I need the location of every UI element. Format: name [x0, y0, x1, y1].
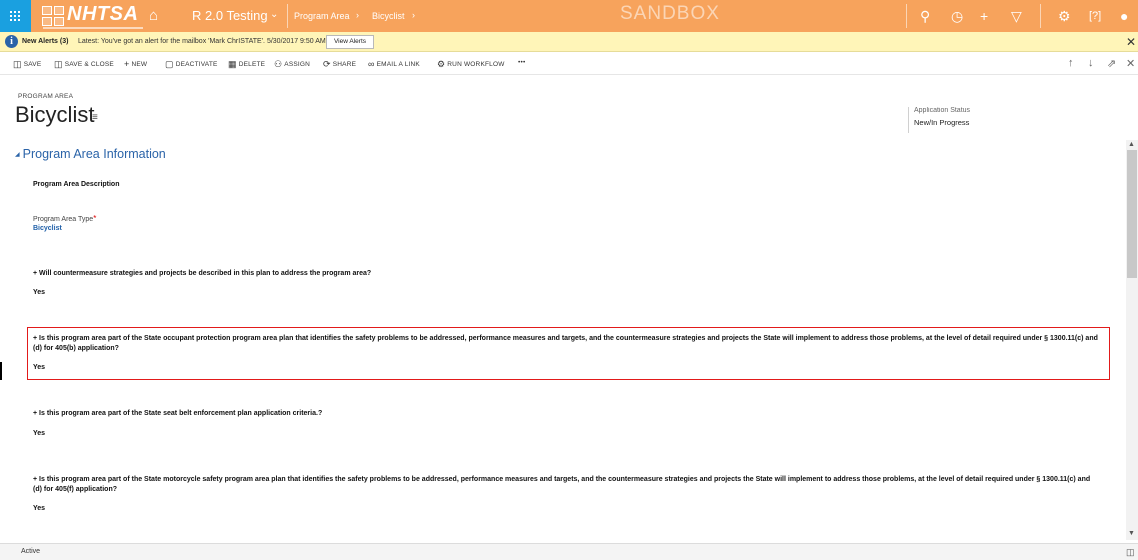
search-icon[interactable]: ⚲ — [920, 8, 930, 25]
alert-message: Latest: You've got an alert for the mail… — [78, 38, 326, 45]
waffle-menu-button[interactable] — [0, 0, 31, 32]
question-occupant-protection: + Is this program area part of the State… — [33, 335, 1098, 352]
add-icon[interactable]: + — [980, 8, 988, 24]
help-icon[interactable]: [?] — [1089, 10, 1101, 22]
required-marker: * — [93, 214, 97, 223]
save-button[interactable]: ◫ SAVE — [13, 59, 41, 70]
save-close-icon: ◫ — [54, 59, 63, 69]
home-icon[interactable]: ⌂ — [149, 7, 158, 24]
app-name[interactable]: R 2.0 Testing — [192, 8, 268, 23]
close-icon[interactable]: ✕ — [1126, 57, 1135, 70]
status-label: Application Status — [914, 107, 970, 114]
workflow-icon: ⚙ — [437, 59, 446, 69]
entity-type-label: PROGRAM AREA — [18, 93, 74, 100]
more-commands-button[interactable]: ••• — [518, 59, 525, 66]
save-icon: ◫ — [13, 59, 22, 69]
save-close-button[interactable]: ◫ SAVE & CLOSE — [54, 59, 114, 70]
scroll-up-icon[interactable]: ▲ — [1128, 141, 1135, 148]
application-status-field: Application Status New/In Progress — [908, 107, 970, 133]
answer-motorcycle-safety[interactable]: Yes — [33, 505, 45, 512]
divider — [287, 4, 288, 28]
delete-button[interactable]: ▦ DELETE — [228, 59, 265, 70]
plus-icon: + — [124, 59, 130, 69]
environment-label: SANDBOX — [620, 3, 720, 24]
deactivate-button[interactable]: ▢ DEACTIVATE — [165, 59, 218, 70]
command-bar: ◫ SAVE ◫ SAVE & CLOSE + NEW ▢ DEACTIVATE ▦ DE… — [0, 53, 1138, 75]
answer-seat-belt[interactable]: Yes — [33, 430, 45, 437]
question-motorcycle-safety: + Is this program area part of the State… — [33, 476, 1091, 493]
more-icon: ••• — [518, 59, 526, 66]
deactivate-icon: ▢ — [165, 59, 174, 69]
filter-icon[interactable]: ▽ — [1011, 8, 1022, 25]
question-countermeasure: + Will countermeasure strategies and pro… — [33, 270, 372, 277]
status-bar: Active ◫ — [0, 543, 1138, 560]
user-icon[interactable]: ● — [1120, 8, 1128, 24]
assign-icon: ⚇ — [274, 59, 283, 69]
chevron-down-icon[interactable]: ⌄ — [270, 9, 278, 20]
program-area-type-value[interactable]: Bicyclist — [33, 225, 62, 232]
cursor-marker — [0, 362, 2, 380]
scroll-down-icon[interactable]: ▼ — [1128, 530, 1135, 537]
email-link-button[interactable]: ∞ EMAIL A LINK — [368, 59, 420, 69]
divider — [1040, 4, 1041, 28]
status-value: New/In Progress — [914, 118, 970, 127]
record-title: Bicyclist — [15, 102, 95, 127]
collapse-triangle-icon: ◢ — [15, 152, 20, 158]
logo-underline — [43, 27, 143, 29]
new-button[interactable]: + NEW — [124, 59, 147, 69]
settings-icon[interactable]: ⚙ — [1058, 8, 1071, 25]
trash-icon: ▦ — [228, 59, 237, 69]
down-arrow-icon[interactable]: ↓ — [1088, 57, 1094, 69]
scrollbar-thumb[interactable] — [1127, 150, 1137, 278]
view-alerts-button[interactable]: View Alerts — [326, 35, 374, 49]
breadcrumb-program-area[interactable]: Program Area — [294, 11, 350, 21]
top-nav-bar: NHTSA ⌂ R 2.0 Testing ⌄ Program Area › B… — [0, 0, 1138, 32]
close-icon[interactable]: ✕ — [1126, 35, 1136, 49]
share-button[interactable]: ⟳ SHARE — [323, 59, 356, 70]
alert-title: New Alerts (3) — [22, 38, 69, 45]
chevron-right-icon[interactable]: › — [412, 10, 415, 20]
record-status: Active — [21, 548, 41, 555]
answer-occupant-protection[interactable]: Yes — [33, 364, 45, 371]
program-area-description-label: Program Area Description — [33, 181, 120, 188]
answer-countermeasure[interactable]: Yes — [33, 289, 45, 296]
run-workflow-button[interactable]: ⚙ RUN WORKFLOW — [437, 59, 505, 70]
chevron-right-icon: › — [356, 10, 359, 20]
section-header[interactable]: ◢ Program Area Information — [15, 147, 166, 161]
share-icon: ⟳ — [323, 59, 331, 69]
nhtsa-logo: NHTSA — [67, 3, 139, 25]
divider — [906, 4, 907, 28]
breadcrumb-bicyclist[interactable]: Bicyclist — [372, 11, 405, 21]
form-selector-icon[interactable]: ≡ — [92, 112, 98, 123]
link-icon: ∞ — [368, 59, 375, 69]
assign-button[interactable]: ⚇ ASSIGN — [274, 59, 310, 70]
waffle-icon — [10, 11, 20, 21]
program-area-type-label: Program Area Type* — [33, 214, 97, 223]
nhtsa-logo-mark — [42, 6, 64, 26]
up-arrow-icon[interactable]: ↑ — [1068, 57, 1074, 69]
history-icon[interactable]: ◷ — [951, 8, 963, 25]
alert-bar: i New Alerts (3) Latest: You've got an a… — [0, 32, 1138, 52]
save-icon[interactable]: ◫ — [1126, 547, 1135, 558]
info-icon: i — [5, 35, 18, 48]
popout-icon[interactable]: ⇗ — [1107, 57, 1116, 70]
question-seat-belt: + Is this program area part of the State… — [33, 410, 323, 417]
